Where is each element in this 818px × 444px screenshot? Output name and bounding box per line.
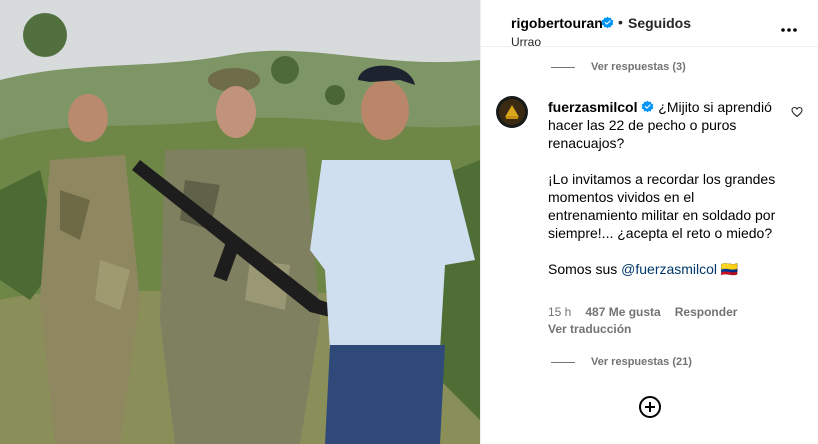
comment-text: ¿Mijito si aprendió hacer las 22 de pech… [548, 99, 776, 277]
commenter-avatar[interactable] [496, 96, 528, 128]
view-replies-label: Ver respuestas (3) [591, 61, 686, 73]
verified-badge-icon [601, 16, 614, 29]
reply-button[interactable]: Responder [675, 305, 738, 319]
post-location[interactable]: Urrao [511, 35, 541, 49]
comment-time[interactable]: 15 h [548, 305, 571, 319]
comment-meta: 15 h 487 Me gusta Responder [548, 305, 737, 319]
view-replies-label: Ver respuestas (21) [591, 356, 692, 368]
comment-likes[interactable]: 487 Me gusta [585, 305, 660, 319]
replies-line [551, 66, 575, 68]
post-header: rigobertouran • Seguidos Urrao [481, 0, 818, 49]
comments-panel: rigobertouran • Seguidos Urrao Ver respu… [480, 0, 818, 444]
see-translation-button[interactable]: Ver traducción [548, 322, 631, 336]
separator-dot: • [618, 14, 623, 30]
comment-body: fuerzasmilcol ¿Mijito si aprendió hacer … [548, 98, 780, 278]
following-button[interactable]: Seguidos [628, 15, 691, 31]
comment-mention[interactable]: @fuerzasmilcol [621, 261, 717, 277]
add-circle-icon[interactable] [638, 395, 662, 419]
post-username[interactable]: rigobertouran [511, 15, 603, 31]
view-replies-top[interactable]: Ver respuestas (3) [551, 61, 686, 73]
view-replies-bottom[interactable]: Ver respuestas (21) [551, 356, 692, 368]
photo-illustration [0, 0, 480, 444]
heart-icon[interactable] [791, 106, 803, 118]
comment-username[interactable]: fuerzasmilcol [548, 99, 637, 115]
comment-emoji: 🇨🇴 [717, 261, 739, 277]
post-modal: rigobertouran • Seguidos Urrao Ver respu… [0, 0, 818, 444]
post-photo [0, 0, 480, 444]
comment-verified-icon [642, 100, 654, 113]
more-options-icon[interactable] [779, 20, 799, 40]
replies-line [551, 361, 575, 363]
